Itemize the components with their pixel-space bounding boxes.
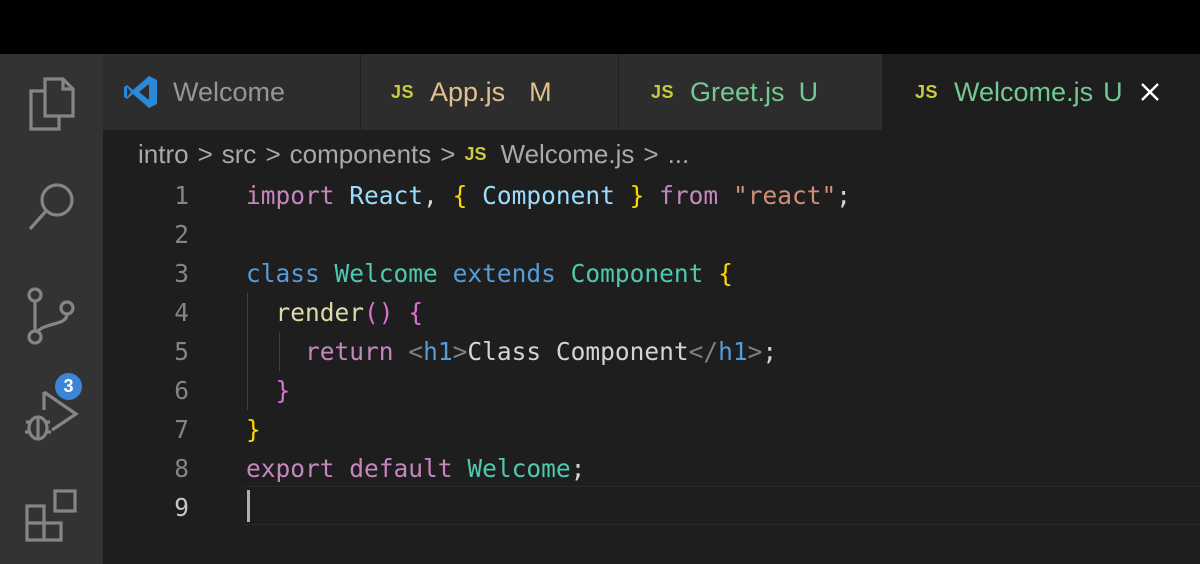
line-number: 5 — [174, 337, 189, 366]
tab-label: App.js — [430, 76, 506, 107]
extensions-button[interactable] — [0, 476, 103, 556]
modified-indicator: M — [529, 76, 552, 107]
js-file-icon: JS — [464, 143, 487, 164]
code-line: 3 class Welcome extends Component { — [103, 254, 1200, 293]
run-debug-button[interactable] — [0, 376, 103, 456]
breadcrumb-item[interactable]: ... — [668, 139, 690, 170]
code-line: 6 } — [103, 371, 1200, 410]
close-tab-button[interactable] — [1139, 81, 1161, 103]
line-number: 1 — [174, 181, 189, 210]
js-file-icon: JS — [651, 81, 675, 102]
tab-welcome[interactable]: Welcome — [103, 54, 361, 130]
source-control-button[interactable] — [0, 276, 103, 356]
breadcrumb-separator: > — [265, 138, 281, 169]
files-icon — [27, 76, 77, 132]
code-text: render() { — [275, 298, 424, 327]
breadcrumb-separator: > — [643, 138, 659, 169]
code-text: class Welcome extends Component { — [246, 259, 733, 288]
code-text: return <h1>Class Component</h1>; — [305, 337, 778, 366]
close-icon — [1139, 81, 1161, 103]
code-line: 2 — [103, 215, 1200, 254]
breadcrumb-item[interactable]: Welcome.js — [501, 139, 635, 170]
line-number: 3 — [174, 259, 189, 288]
line-number: 4 — [174, 298, 189, 327]
breadcrumb-separator: > — [440, 138, 456, 169]
code-line: 7 } — [103, 410, 1200, 449]
activity-bar: 3 — [0, 54, 103, 564]
breadcrumb-item[interactable]: intro — [138, 139, 189, 170]
vscode-logo-icon — [123, 74, 159, 110]
code-text: export default Welcome; — [246, 454, 586, 483]
code-line: 4 render() { — [103, 293, 1200, 332]
tab-welcome-js[interactable]: JS Welcome.js U — [883, 54, 1200, 130]
code-editor[interactable]: 1 import React, { Component } from "reac… — [103, 176, 1200, 564]
extensions-icon — [24, 488, 80, 544]
line-number: 2 — [174, 220, 189, 249]
source-control-icon — [25, 286, 79, 346]
text-cursor — [247, 490, 250, 522]
code-text: } — [246, 415, 261, 444]
source-control-badge: 3 — [53, 371, 84, 402]
search-icon — [25, 180, 79, 234]
untracked-indicator: U — [798, 76, 819, 107]
explorer-button[interactable] — [0, 64, 103, 144]
code-line: 8 export default Welcome; — [103, 449, 1200, 488]
breadcrumb-item[interactable]: components — [290, 139, 432, 170]
untracked-indicator: U — [1103, 76, 1123, 107]
tab-label: Welcome — [173, 76, 286, 107]
code-line: 5 return <h1>Class Component</h1>; — [103, 332, 1200, 371]
tab-app-js[interactable]: JS App.js M — [361, 54, 619, 130]
breadcrumb-separator: > — [197, 138, 213, 169]
tab-greet-js[interactable]: JS Greet.js U — [619, 54, 883, 130]
line-number: 6 — [174, 376, 189, 405]
js-file-icon: JS — [915, 81, 939, 102]
js-file-icon: JS — [391, 81, 415, 102]
breadcrumb-item[interactable]: src — [222, 139, 257, 170]
breadcrumb: intro > src > components > JS Welcome.js… — [138, 134, 689, 174]
code-text: import React, { Component } from "react"… — [246, 181, 851, 210]
tab-label: Welcome.js — [954, 76, 1094, 107]
tab-label: Greet.js — [690, 76, 785, 107]
code-line: 1 import React, { Component } from "reac… — [103, 176, 1200, 215]
line-number: 7 — [174, 415, 189, 444]
line-number: 8 — [174, 454, 189, 483]
editor-tabs: Welcome JS App.js M JS Greet.js U JS Wel… — [103, 54, 1200, 130]
search-button[interactable] — [0, 167, 103, 247]
window-title-bar — [0, 0, 1200, 54]
code-line: 9 — [103, 488, 1200, 527]
line-number: 9 — [174, 493, 189, 522]
code-text: } — [275, 376, 291, 405]
